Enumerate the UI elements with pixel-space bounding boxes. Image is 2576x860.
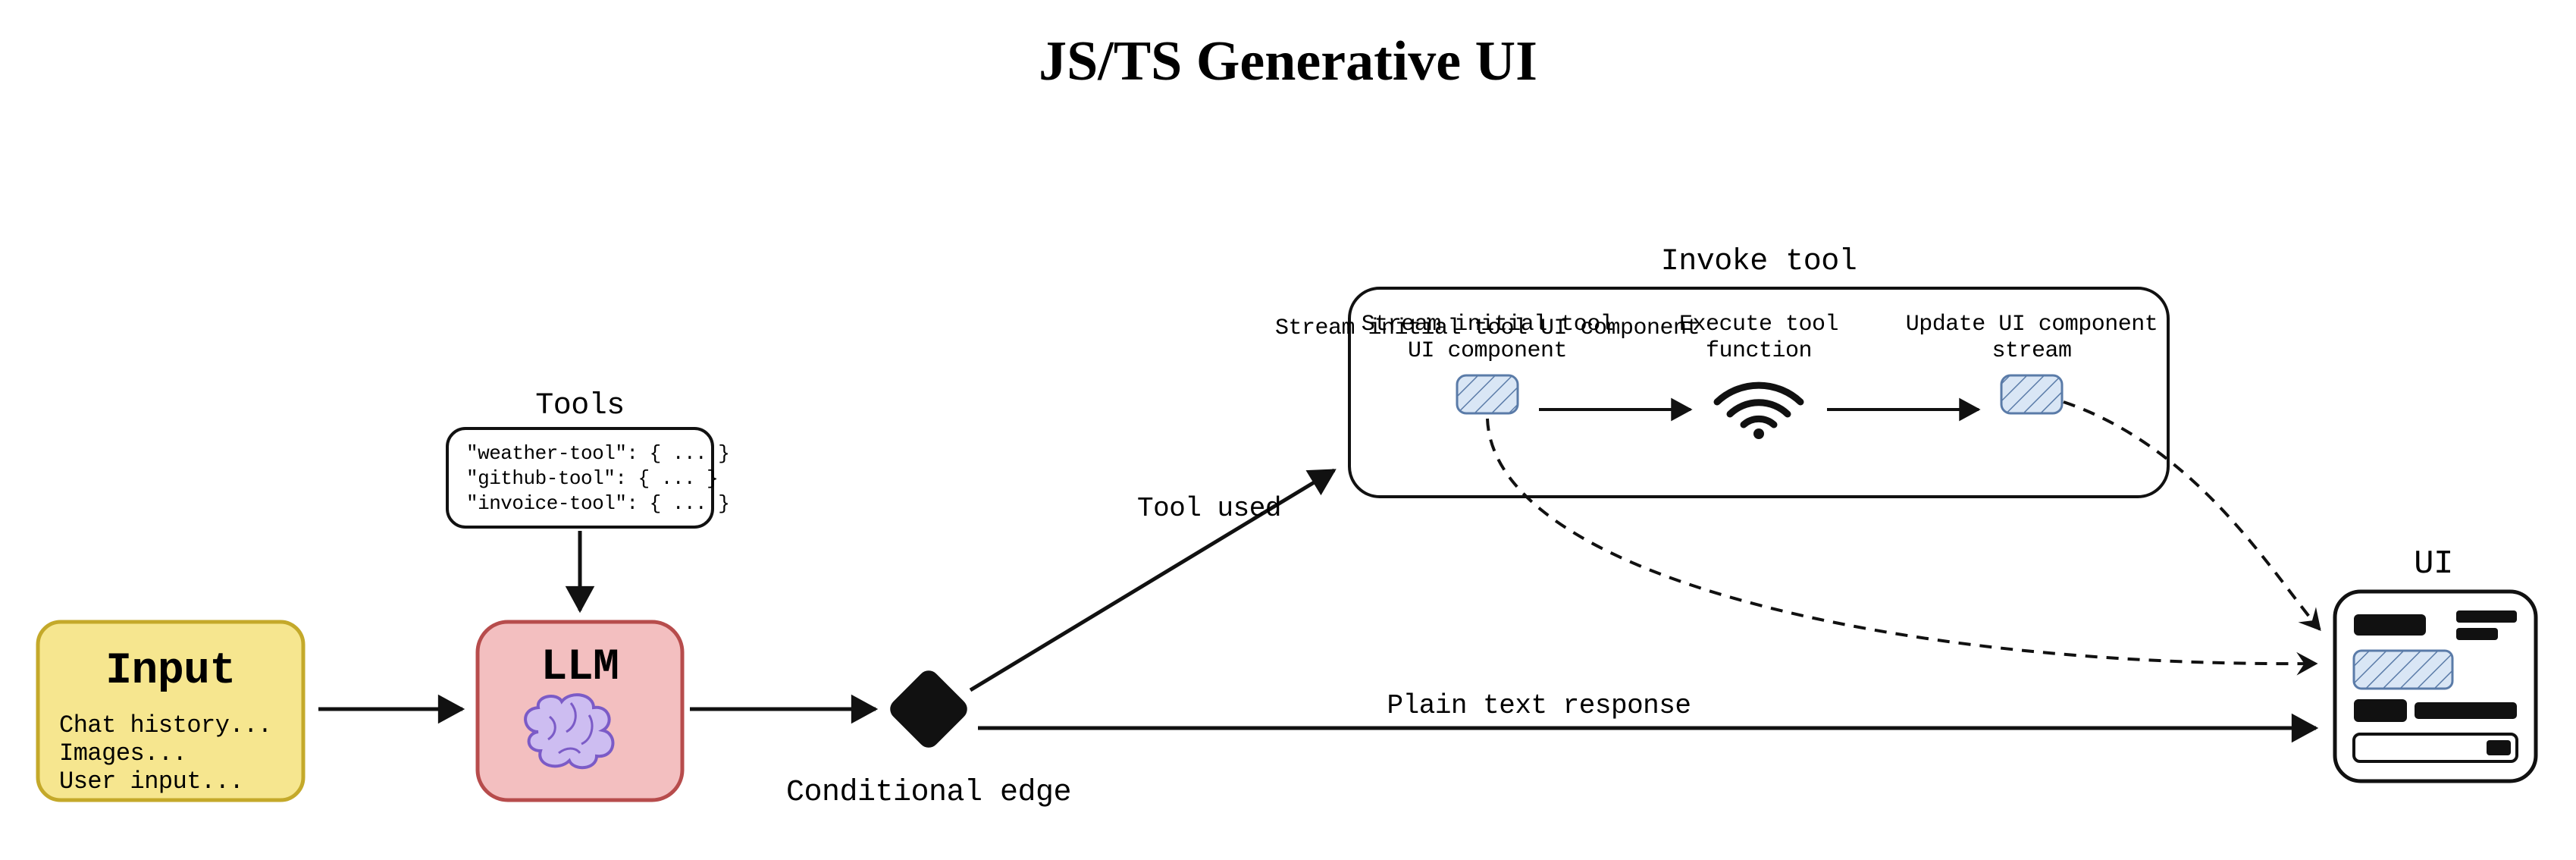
input-heading: Input bbox=[105, 647, 236, 696]
wifi-icon bbox=[1717, 385, 1800, 439]
conditional-label: Conditional edge bbox=[786, 776, 1071, 810]
tools-line-1: "weather-tool": { ... } bbox=[466, 442, 729, 465]
ui-component-chip-2 bbox=[2001, 375, 2062, 413]
plain-text-label: Plain text response bbox=[1387, 690, 1691, 721]
ui-label: UI bbox=[2414, 545, 2453, 583]
step2-l2: function bbox=[1706, 338, 1812, 364]
tools-line-2: "github-tool": { ... } bbox=[466, 467, 718, 490]
dashed-arrow-step3-to-ui bbox=[2064, 402, 2320, 629]
diagram-canvas: JS/TS Generative UI Input Chat history..… bbox=[0, 0, 2576, 860]
invoke-tool-steps: Stream initial tool UI component Execute… bbox=[1362, 312, 2158, 439]
input-line-3: User input... bbox=[59, 767, 243, 796]
step2-l1: Execute tool bbox=[1679, 312, 1838, 337]
tools-label: Tools bbox=[535, 389, 625, 423]
step1-l1: Stream initial tool bbox=[1362, 312, 1614, 337]
step3-l1: Update UI component bbox=[1906, 312, 2158, 337]
tools-node: Tools "weather-tool": { ... } "github-to… bbox=[447, 389, 729, 527]
conditional-edge-node: Conditional edge bbox=[786, 666, 1071, 810]
llm-heading: LLM bbox=[541, 643, 619, 692]
step3-l2: stream bbox=[1992, 338, 2071, 364]
invoke-tool-group: Invoke tool Stream initial tool UI compo… bbox=[1275, 245, 2168, 497]
input-line-2: Images... bbox=[59, 739, 186, 767]
llm-node: LLM bbox=[478, 622, 682, 800]
ui-component-chip-1 bbox=[1457, 375, 1518, 413]
tool-used-label: Tool used bbox=[1137, 493, 1281, 524]
invoke-tool-label: Invoke tool bbox=[1661, 245, 1857, 279]
tools-line-3: "invoice-tool": { ... } bbox=[466, 492, 729, 515]
input-line-1: Chat history... bbox=[59, 711, 272, 739]
dashed-arrow-step1-to-ui bbox=[1487, 419, 2316, 664]
diagram-title: JS/TS Generative UI bbox=[1039, 30, 1537, 93]
input-node: Input Chat history... Images... User inp… bbox=[38, 622, 303, 800]
ui-node: UI bbox=[2335, 545, 2536, 781]
step1-l2: UI component bbox=[1408, 338, 1567, 364]
